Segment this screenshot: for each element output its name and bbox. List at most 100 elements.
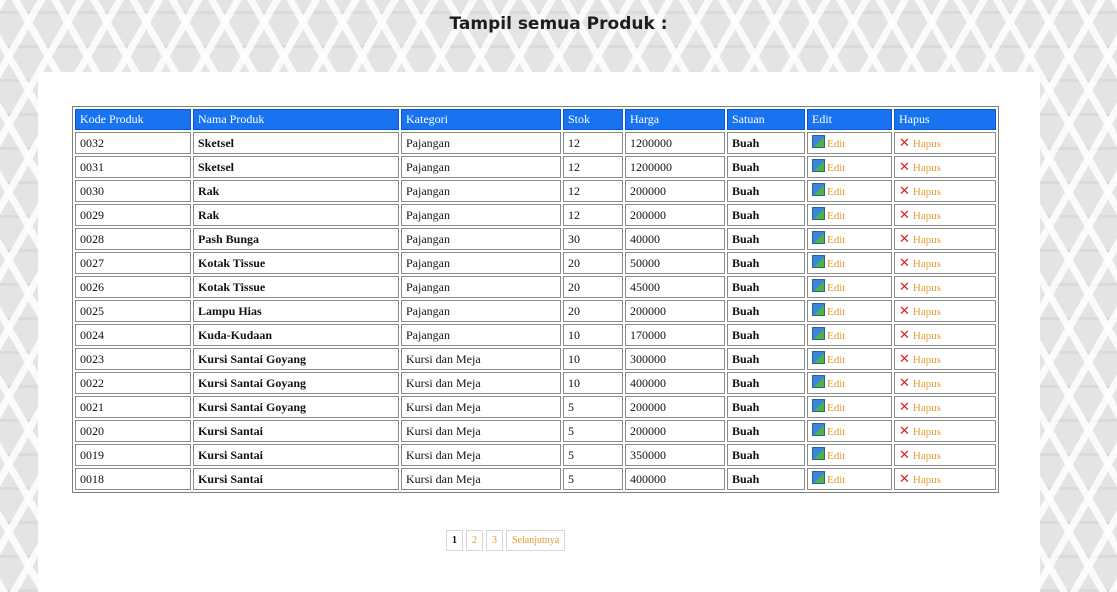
harga-cell: 200000 xyxy=(625,420,725,442)
hapus-link[interactable]: ✕ Hapus xyxy=(899,256,941,271)
harga-cell: 40000 xyxy=(625,228,725,250)
stok-cell: 5 xyxy=(563,468,623,490)
hapus-link[interactable]: ✕ Hapus xyxy=(899,183,941,199)
edit-icon xyxy=(812,327,825,340)
kode-cell: 0032 xyxy=(75,132,191,154)
delete-x-icon: ✕ xyxy=(899,327,910,343)
edit-label: Edit xyxy=(827,378,846,390)
delete-x-icon: ✕ xyxy=(899,231,910,247)
edit-link[interactable]: Edit xyxy=(812,207,845,222)
satuan-cell: Buah xyxy=(727,300,805,322)
edit-link[interactable]: Edit xyxy=(812,303,845,318)
table-row: 0029 Rak Pajangan 12 200000 Buah Edit ✕ Hapus xyxy=(75,204,996,226)
edit-link[interactable]: Edit xyxy=(812,471,845,486)
hapus-label: Hapus xyxy=(912,425,942,438)
hapus-link[interactable]: ✕ Hapus xyxy=(899,376,941,391)
kode-cell: 0026 xyxy=(75,276,191,298)
kode-cell: 0021 xyxy=(75,396,191,418)
edit-link[interactable]: Edit xyxy=(812,327,845,342)
col-header-edit: Edit xyxy=(807,109,892,130)
hapus-link[interactable]: ✕ Hapus xyxy=(899,280,942,295)
delete-x-icon: ✕ xyxy=(899,423,910,439)
harga-cell: 300000 xyxy=(625,348,725,370)
edit-cell: Edit xyxy=(807,348,892,370)
edit-icon xyxy=(812,183,825,196)
edit-link[interactable]: Edit xyxy=(812,183,845,198)
satuan-cell: Buah xyxy=(727,228,805,250)
kode-cell: 0030 xyxy=(75,180,191,202)
page-3-link[interactable]: 3 xyxy=(486,530,503,551)
stok-cell: 12 xyxy=(563,156,623,178)
edit-icon xyxy=(812,399,825,412)
hapus-label: Hapus xyxy=(912,281,942,294)
delete-x-icon: ✕ xyxy=(899,351,910,367)
kategori-cell: Pajangan xyxy=(401,276,561,298)
stok-cell: 20 xyxy=(563,252,623,274)
edit-cell: Edit xyxy=(807,468,892,490)
delete-x-icon: ✕ xyxy=(899,183,910,199)
hapus-link[interactable]: ✕ Hapus xyxy=(899,471,941,487)
edit-cell: Edit xyxy=(807,132,892,154)
delete-x-icon: ✕ xyxy=(899,159,910,175)
kode-cell: 0024 xyxy=(75,324,191,346)
page-2-link[interactable]: 2 xyxy=(466,530,483,551)
nama-cell: Kursi Santai Goyang xyxy=(193,348,399,370)
edit-link[interactable]: Edit xyxy=(812,447,845,462)
delete-x-icon: ✕ xyxy=(899,471,910,487)
nama-cell: Kursi Santai Goyang xyxy=(193,372,399,394)
stok-cell: 20 xyxy=(563,276,623,298)
nama-cell: Rak xyxy=(193,180,399,202)
nama-cell: Rak xyxy=(193,204,399,226)
satuan-cell: Buah xyxy=(727,276,805,298)
col-header-hapus: Hapus xyxy=(894,109,996,130)
edit-link[interactable]: Edit xyxy=(812,399,845,414)
hapus-link[interactable]: ✕ Hapus xyxy=(899,231,941,247)
delete-x-icon: ✕ xyxy=(899,447,910,463)
edit-link[interactable]: Edit xyxy=(812,351,845,366)
hapus-link[interactable]: ✕ Hapus xyxy=(899,159,941,175)
harga-cell: 170000 xyxy=(625,324,725,346)
hapus-link[interactable]: ✕ Hapus xyxy=(899,351,941,367)
edit-label: Edit xyxy=(827,426,846,438)
stok-cell: 10 xyxy=(563,348,623,370)
satuan-cell: Buah xyxy=(727,372,805,394)
hapus-cell: ✕ Hapus xyxy=(894,396,996,418)
edit-icon xyxy=(812,303,825,316)
hapus-link[interactable]: ✕ Hapus xyxy=(899,423,942,439)
edit-link[interactable]: Edit xyxy=(812,279,845,294)
edit-link[interactable]: Edit xyxy=(812,375,846,390)
hapus-link[interactable]: ✕ Hapus xyxy=(899,400,941,415)
edit-cell: Edit xyxy=(807,420,892,442)
edit-link[interactable]: Edit xyxy=(812,255,845,270)
edit-link[interactable]: Edit xyxy=(812,423,846,438)
edit-icon xyxy=(812,375,825,388)
table-row: 0021 Kursi Santai Goyang Kursi dan Meja 5 20… xyxy=(75,396,996,418)
kategori-cell: Kursi dan Meja xyxy=(401,468,561,490)
edit-link[interactable]: Edit xyxy=(812,135,845,150)
nama-cell: Pash Bunga xyxy=(193,228,399,250)
edit-link[interactable]: Edit xyxy=(812,159,846,174)
satuan-cell: Buah xyxy=(727,420,805,442)
stok-cell: 10 xyxy=(563,324,623,346)
hapus-label: Hapus xyxy=(912,137,942,150)
satuan-cell: Buah xyxy=(727,324,805,346)
hapus-link[interactable]: ✕ Hapus xyxy=(899,327,941,343)
kategori-cell: Kursi dan Meja xyxy=(401,372,561,394)
hapus-link[interactable]: ✕ Hapus xyxy=(899,208,941,223)
hapus-link[interactable]: ✕ Hapus xyxy=(899,447,941,463)
stok-cell: 20 xyxy=(563,300,623,322)
harga-cell: 50000 xyxy=(625,252,725,274)
satuan-cell: Buah xyxy=(727,180,805,202)
hapus-link[interactable]: ✕ Hapus xyxy=(899,136,942,151)
delete-x-icon: ✕ xyxy=(899,303,910,319)
nama-cell: Kotak Tissue xyxy=(193,252,399,274)
edit-label: Edit xyxy=(827,162,846,174)
hapus-label: Hapus xyxy=(912,305,942,318)
kategori-cell: Pajangan xyxy=(401,156,561,178)
edit-icon xyxy=(812,423,825,436)
edit-cell: Edit xyxy=(807,372,892,394)
kategori-cell: Pajangan xyxy=(401,252,561,274)
next-page-link[interactable]: Selanjutnya xyxy=(506,530,566,551)
edit-link[interactable]: Edit xyxy=(812,231,845,246)
hapus-link[interactable]: ✕ Hapus xyxy=(899,303,942,319)
